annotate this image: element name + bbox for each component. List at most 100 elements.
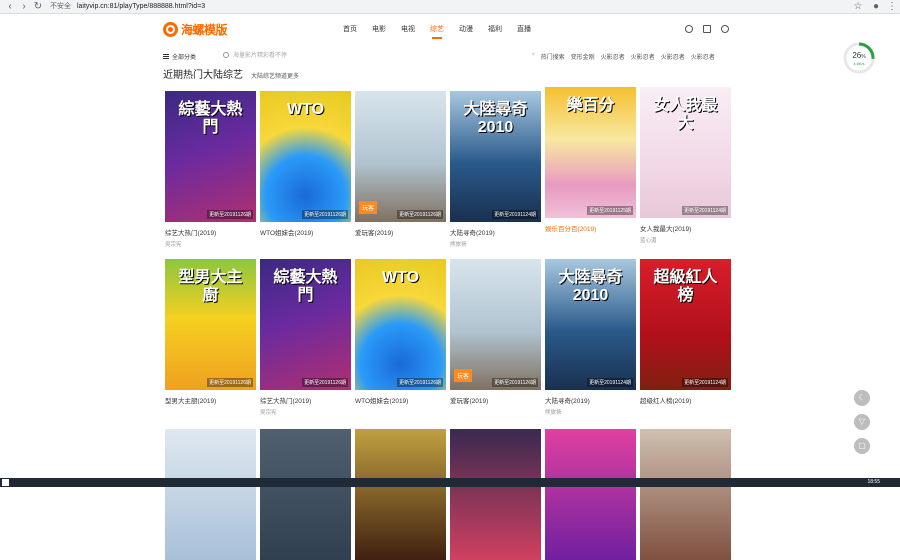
video-title[interactable]: 综艺大热门(2019) bbox=[260, 395, 351, 405]
hot-label: 热门搜索 bbox=[540, 55, 565, 61]
video-title[interactable]: 超级红人榜(2019) bbox=[640, 395, 731, 405]
user-icon[interactable] bbox=[721, 25, 729, 33]
nav-item-home[interactable]: 首页 bbox=[343, 24, 357, 34]
section-more-link[interactable]: 大陆综艺频道更多 bbox=[251, 71, 299, 80]
video-poster[interactable] bbox=[260, 429, 351, 560]
video-poster[interactable] bbox=[355, 429, 446, 560]
search-placeholder: 海量影片精彩看不停 bbox=[233, 53, 288, 59]
hot-item[interactable]: 火影忍者 bbox=[691, 52, 715, 61]
poster-art-text: 大陸尋奇 2010 bbox=[463, 101, 528, 136]
video-poster[interactable] bbox=[165, 429, 256, 560]
video-card[interactable]: 大陸尋奇 2010 更新至20191124期 大陆寻奇(2019) 熊旅扬 bbox=[545, 259, 636, 416]
poster-art-text: 綜藝大熱門 bbox=[273, 269, 338, 304]
video-cast: 吴宗宪 bbox=[165, 242, 182, 248]
video-poster[interactable]: 女人我最大 更新至20191124期 bbox=[640, 87, 731, 218]
video-card[interactable] bbox=[640, 429, 731, 560]
security-label: 不安全 bbox=[50, 3, 71, 10]
video-row bbox=[165, 429, 735, 560]
video-card[interactable] bbox=[260, 429, 351, 560]
search-input[interactable]: 海量影片精彩看不停 bbox=[223, 50, 287, 59]
video-title[interactable]: 型男大主厨(2019) bbox=[165, 395, 256, 405]
address-bar[interactable]: 不安全 laityvip.cn:81/playType/888888.html?… bbox=[50, 1, 830, 13]
video-poster[interactable]: 大陸尋奇 2010 更新至20191124期 bbox=[450, 91, 541, 222]
nav-item-welfare[interactable]: 福利 bbox=[488, 24, 502, 34]
video-poster[interactable]: 超級紅人榜 更新至20191124期 bbox=[640, 259, 731, 390]
video-card[interactable]: 綜藝大熱門 更新至20191126期 综艺大热门(2019) 吴宗宪 bbox=[260, 259, 351, 416]
video-card[interactable]: 女人我最大 更新至20191124期 女人我最大(2019) 蓝心湄 bbox=[640, 87, 731, 248]
video-title[interactable]: 女人我最大(2019) bbox=[640, 223, 731, 233]
video-card[interactable]: 型男大主廚 更新至20191126期型男大主厨(2019) bbox=[165, 259, 256, 416]
video-card[interactable]: 大陸尋奇 2010 更新至20191124期 大陆寻奇(2019) 熊旅扬 bbox=[450, 91, 541, 248]
video-title[interactable]: 综艺大热门(2019) bbox=[165, 227, 256, 237]
update-status: 更新至20191126期 bbox=[397, 378, 443, 387]
site-logo[interactable]: 海螺模版 bbox=[163, 21, 228, 37]
video-title[interactable]: WTO姐妹会(2019) bbox=[260, 227, 351, 237]
poster-art-text: WTO bbox=[381, 269, 420, 286]
section-title: 近期热门大陆综艺 bbox=[163, 70, 243, 81]
video-card[interactable]: 樂百分 更新至20191125期娱乐百分百(2019) bbox=[545, 87, 636, 248]
video-title[interactable]: 爱玩客(2019) bbox=[355, 227, 446, 237]
video-title[interactable]: 娱乐百分百(2019) bbox=[545, 223, 636, 233]
back-icon[interactable]: ‹ bbox=[4, 1, 16, 13]
video-card[interactable]: WTO 更新至20191126期 WTO姐妹会(2019) bbox=[355, 259, 446, 416]
update-status: 更新至20191126期 bbox=[207, 210, 253, 219]
hot-item[interactable]: 火影忍者 bbox=[631, 52, 655, 61]
update-status: 更新至20191126期 bbox=[302, 378, 348, 387]
hot-item[interactable]: 火影忍者 bbox=[661, 52, 685, 61]
video-poster[interactable]: WTO 更新至20191126期 bbox=[355, 259, 446, 390]
video-poster[interactable] bbox=[640, 429, 731, 560]
video-row: 型男大主廚 更新至20191126期 型男大主厨(2019) 綜藝大熱門 更新至2019… bbox=[165, 259, 735, 416]
video-card[interactable]: 玩客 更新至20191126期爱玩客(2019) bbox=[355, 91, 446, 248]
video-card[interactable] bbox=[450, 429, 541, 560]
account-icon[interactable]: ● bbox=[870, 1, 882, 13]
video-poster[interactable]: 玩客 更新至20191126期 bbox=[355, 91, 446, 222]
qrcode-icon[interactable] bbox=[703, 25, 711, 33]
nav-item-variety[interactable]: 综艺 bbox=[430, 24, 444, 39]
update-status: 更新至20191124期 bbox=[492, 210, 538, 219]
nav-item-anime[interactable]: 动漫 bbox=[459, 24, 473, 34]
poster-art-text: 大陸尋奇 2010 bbox=[558, 269, 623, 304]
video-card[interactable]: 玩客 更新至20191126期爱玩客(2019) bbox=[450, 259, 541, 416]
forward-icon[interactable]: › bbox=[18, 1, 30, 13]
filter-button[interactable]: ▽ bbox=[854, 414, 870, 430]
video-title[interactable]: 大陆寻奇(2019) bbox=[545, 395, 636, 405]
video-title[interactable]: 爱玩客(2019) bbox=[450, 395, 541, 405]
hot-item[interactable]: 变形金刚 bbox=[571, 52, 595, 61]
logo-text: 海螺模版 bbox=[181, 22, 228, 37]
reload-icon[interactable]: ↻ bbox=[32, 1, 44, 13]
video-title[interactable]: 大陆寻奇(2019) bbox=[450, 227, 541, 237]
video-card[interactable] bbox=[355, 429, 446, 560]
update-status: 更新至20191125期 bbox=[587, 206, 633, 215]
star-icon[interactable]: ☆ bbox=[852, 1, 864, 13]
windows-start-icon[interactable] bbox=[2, 479, 9, 486]
video-poster[interactable]: 樂百分 更新至20191125期 bbox=[545, 87, 636, 218]
nav-item-live[interactable]: 直播 bbox=[517, 24, 531, 34]
progress-rate: 4.6K/s bbox=[853, 61, 865, 66]
video-poster[interactable]: 型男大主廚 更新至20191126期 bbox=[165, 259, 256, 390]
video-card[interactable] bbox=[545, 429, 636, 560]
all-categories-label: 全部分类 bbox=[172, 55, 197, 61]
nav-item-tv[interactable]: 电视 bbox=[401, 24, 415, 34]
video-poster[interactable]: 綜藝大熱門 更新至20191126期 bbox=[165, 91, 256, 222]
video-poster[interactable]: WTO 更新至20191126期 bbox=[260, 91, 351, 222]
video-card[interactable] bbox=[165, 429, 256, 560]
video-poster[interactable]: 大陸尋奇 2010 更新至20191124期 bbox=[545, 259, 636, 390]
video-poster[interactable]: 玩客 更新至20191126期 bbox=[450, 259, 541, 390]
all-categories-button[interactable]: 全部分类 bbox=[163, 52, 196, 61]
video-card[interactable]: WTO 更新至20191126期 WTO姐妹会(2019) bbox=[260, 91, 351, 248]
poster-art-text: WTO bbox=[286, 101, 325, 118]
back-to-top-button[interactable]: ▢ bbox=[854, 438, 870, 454]
video-poster[interactable]: 綜藝大熱門更新至20191126期 bbox=[260, 259, 351, 390]
nav-item-movies[interactable]: 电影 bbox=[372, 24, 386, 34]
menu-hamburger-icon bbox=[163, 54, 169, 59]
history-icon[interactable] bbox=[685, 25, 693, 33]
video-card[interactable]: 綜藝大熱門 更新至20191126期综艺大热门(2019) 吴宗宪 bbox=[165, 91, 256, 248]
video-title[interactable]: WTO姐妹会(2019) bbox=[355, 395, 446, 405]
hot-item[interactable]: 火影忍者 bbox=[601, 52, 625, 61]
video-poster[interactable] bbox=[545, 429, 636, 560]
night-mode-button[interactable]: ☾ bbox=[854, 390, 870, 406]
video-card[interactable]: 超級紅人榜 更新至20191124期超级红人榜(2019) bbox=[640, 259, 731, 416]
update-status: 更新至20191126期 bbox=[397, 210, 443, 219]
menu-icon[interactable]: ⋮ bbox=[886, 1, 898, 13]
video-poster[interactable] bbox=[450, 429, 541, 560]
